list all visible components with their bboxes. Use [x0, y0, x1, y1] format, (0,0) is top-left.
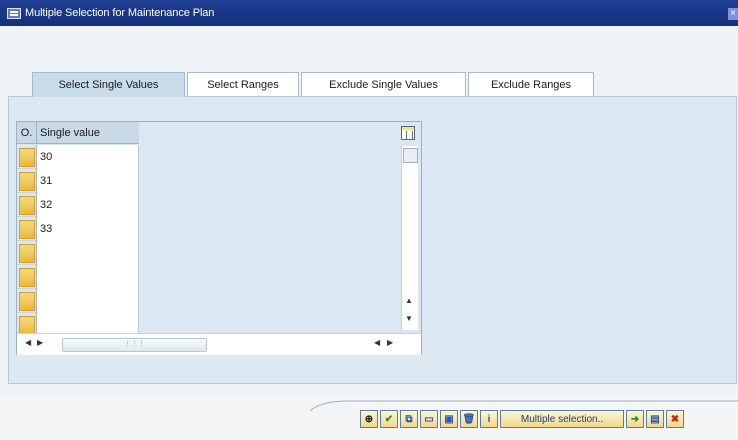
table-settings-icon[interactable] [401, 126, 415, 140]
title-bar: Multiple Selection for Maintenance Plan … [0, 0, 738, 26]
trash-button[interactable]: 🗑 [460, 410, 478, 428]
delete-row-icon: ▭ [424, 413, 434, 425]
scroll-left-end-icon[interactable]: ◀ [374, 338, 380, 347]
horizontal-scroll-thumb[interactable]: ⋮⋮⋮ [62, 338, 207, 352]
table-row: 33 [17, 217, 139, 241]
table-row [17, 289, 139, 313]
row-selector[interactable] [17, 265, 37, 289]
table-header: O. Single value [17, 122, 139, 144]
row-selector[interactable] [17, 241, 37, 265]
clipboard-icon: ▤ [650, 413, 660, 425]
tab-select-single-values[interactable]: Select Single Values [32, 72, 185, 97]
execute-button[interactable]: ⊕ [360, 410, 378, 428]
scroll-down-icon[interactable]: ▼ [405, 314, 413, 323]
clipboard-button[interactable]: ▤ [646, 410, 664, 428]
scroll-right-icon[interactable]: ▶ [37, 338, 43, 347]
import-icon: ➜ [630, 413, 640, 425]
scroll-left-icon[interactable]: ◀ [25, 338, 31, 347]
single-values-table: O. Single value 30 31 32 33 ▲ ▼ ◀ ▶ ⋮⋮⋮ … [16, 121, 422, 355]
select-block-icon: ▣ [444, 413, 454, 425]
vertical-scroll-thumb[interactable] [403, 148, 418, 163]
tab-exclude-ranges[interactable]: Exclude Ranges [468, 72, 594, 96]
dialog-toolbar: ⊕ ✔ ⧉ ▭ ▣ 🗑 i Multiple selection.. ➜ ▤ ✖ [360, 410, 684, 428]
info-button[interactable]: i [480, 410, 498, 428]
cancel-button[interactable]: ✖ [666, 410, 684, 428]
check-icon: ✔ [384, 413, 394, 425]
column-header-single-value[interactable]: Single value [37, 122, 139, 143]
table-row: 32 [17, 193, 139, 217]
single-value-cell[interactable]: 31 [37, 169, 139, 193]
insert-row-icon: ⧉ [405, 413, 413, 425]
single-value-cell[interactable] [37, 289, 139, 313]
close-icon[interactable]: × [728, 8, 738, 20]
multiple-selection-button[interactable]: Multiple selection.. [500, 410, 624, 428]
insert-row-button[interactable]: ⧉ [400, 410, 418, 428]
row-selector[interactable] [17, 145, 37, 169]
execute-icon: ⊕ [364, 413, 374, 425]
single-value-cell[interactable]: 32 [37, 193, 139, 217]
tab-select-ranges[interactable]: Select Ranges [187, 72, 299, 96]
trash-icon: 🗑 [462, 413, 476, 425]
delete-row-button[interactable]: ▭ [420, 410, 438, 428]
single-value-cell[interactable]: 33 [37, 217, 139, 241]
import-button[interactable]: ➜ [626, 410, 644, 428]
table-row: 31 [17, 169, 139, 193]
window-icon [7, 7, 21, 19]
tabstrip: Select Single Values Select Ranges Exclu… [8, 72, 737, 97]
single-value-cell[interactable] [37, 241, 139, 265]
row-selector[interactable] [17, 193, 37, 217]
tab-exclude-single-values[interactable]: Exclude Single Values [301, 72, 466, 96]
table-row: 30 [17, 145, 139, 169]
table-row [17, 241, 139, 265]
single-value-cell[interactable]: 30 [37, 145, 139, 169]
row-selector[interactable] [17, 217, 37, 241]
vertical-scrollbar[interactable]: ▲ ▼ [401, 146, 418, 330]
horizontal-scrollbar[interactable]: ◀ ▶ ⋮⋮⋮ ◀ ▶ [17, 333, 421, 355]
row-selector[interactable] [17, 169, 37, 193]
column-header-o[interactable]: O. [17, 122, 37, 143]
info-icon: i [487, 413, 491, 425]
table-row [17, 265, 139, 289]
select-block-button[interactable]: ▣ [440, 410, 458, 428]
row-selector[interactable] [17, 289, 37, 313]
confirm-button[interactable]: ✔ [380, 410, 398, 428]
cancel-icon: ✖ [670, 413, 680, 425]
single-value-cell[interactable] [37, 265, 139, 289]
scroll-up-icon[interactable]: ▲ [405, 296, 413, 305]
window-title: Multiple Selection for Maintenance Plan [25, 7, 215, 19]
scroll-right-end-icon[interactable]: ▶ [387, 338, 393, 347]
